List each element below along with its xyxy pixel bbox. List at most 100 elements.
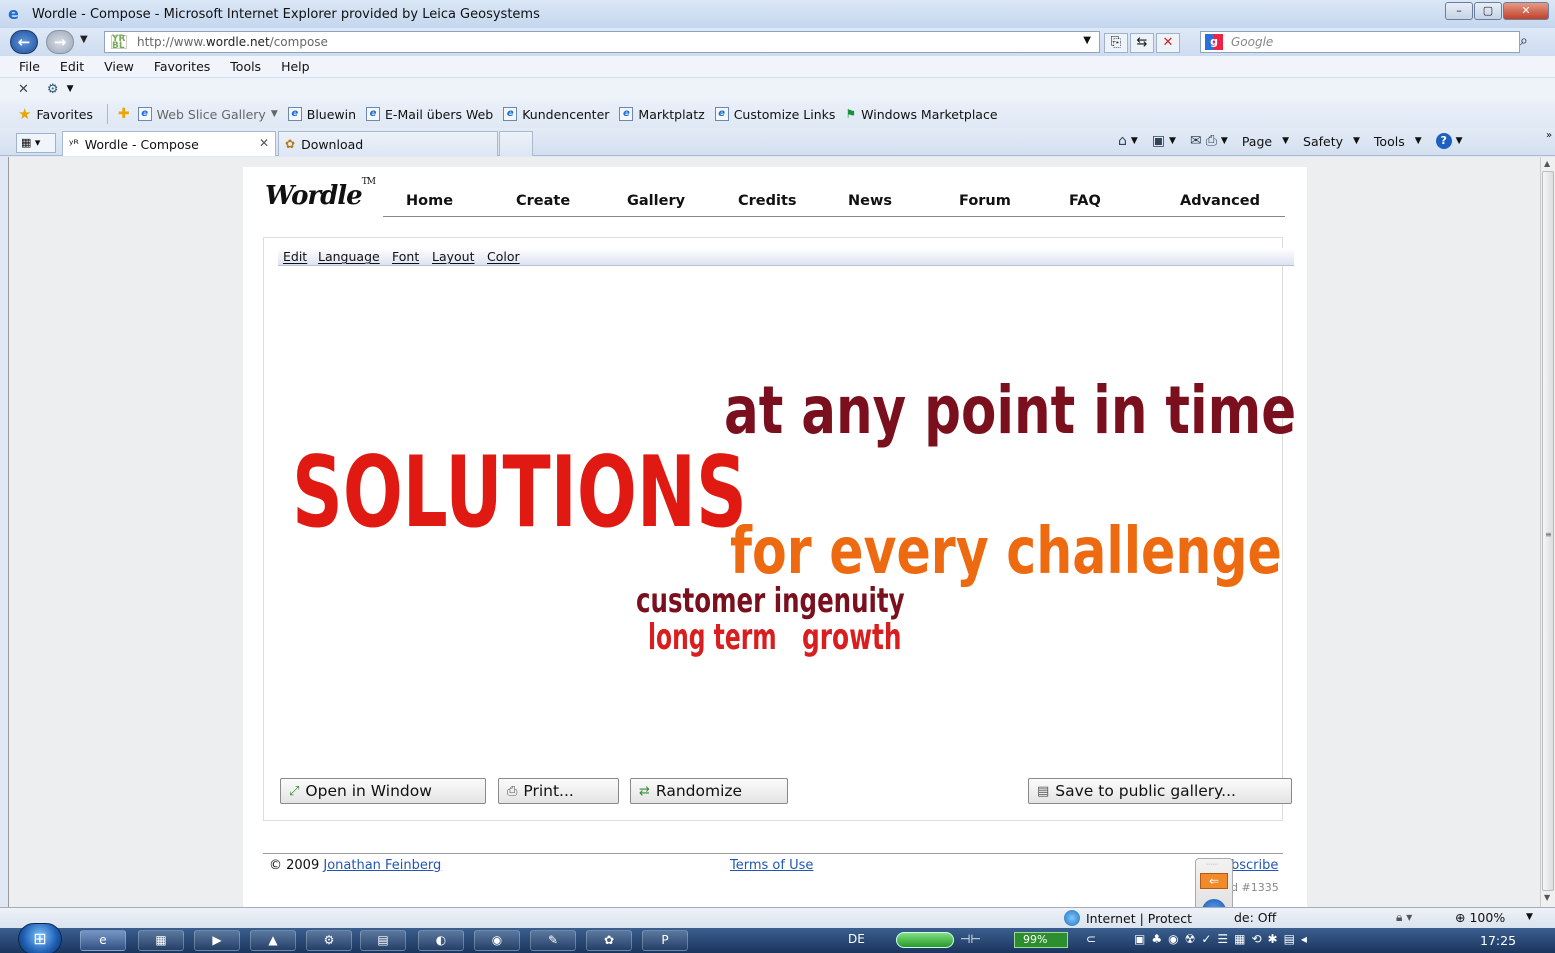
lock-icon[interactable]: 🔒︎ ▾ — [1396, 910, 1412, 925]
start-button[interactable]: ⊞ — [18, 923, 62, 953]
taskbar-powerpoint-icon[interactable]: P — [642, 930, 688, 951]
menu-help[interactable]: Help — [281, 59, 310, 74]
menu-tools[interactable]: Tools — [230, 59, 261, 74]
favlink-email[interactable]: e E-Mail übers Web — [366, 107, 493, 122]
feeds-icon[interactable]: ▣ — [1152, 133, 1165, 149]
cloud-word[interactable]: for every challenge — [730, 520, 1282, 584]
favorites-button[interactable]: Favorites — [36, 107, 92, 122]
back-button[interactable]: ← — [10, 30, 38, 54]
tab-download[interactable]: ✿ Download — [278, 131, 498, 156]
minimize-button[interactable]: – — [1445, 2, 1473, 20]
chevron-down-icon[interactable]: ▼ — [1221, 136, 1228, 146]
applet-menu-color[interactable]: Color — [487, 249, 520, 264]
applet-menu-font[interactable]: Font — [392, 249, 419, 264]
favlink-customize-links[interactable]: e Customize Links — [714, 107, 835, 122]
recent-pages-dropdown-icon[interactable]: ▼ — [80, 34, 88, 45]
chevron-down-icon[interactable]: ▼ — [1526, 912, 1533, 922]
print-button[interactable]: ⎙ Print... — [498, 778, 619, 804]
applet-menu-language[interactable]: Language — [318, 249, 380, 264]
chevron-down-icon[interactable]: ▼ — [1282, 136, 1289, 146]
nav-credits[interactable]: Credits — [738, 193, 797, 209]
subscribe-link[interactable]: bscribe — [1231, 858, 1278, 873]
toolbar-settings-icon[interactable]: ⚙ — [47, 82, 59, 97]
nav-advanced[interactable]: Advanced — [1180, 193, 1260, 209]
close-toolbar-icon[interactable]: ✕ — [18, 82, 29, 97]
tab-wordle-compose[interactable]: ʸᴿ Wordle - Compose ✕ — [62, 131, 276, 156]
menu-file[interactable]: File — [19, 59, 40, 74]
nav-home[interactable]: Home — [406, 193, 453, 209]
cloud-word[interactable]: customer ingenuity — [636, 584, 905, 618]
forward-button[interactable]: → — [46, 30, 74, 54]
new-tab-button[interactable] — [499, 131, 533, 156]
taskbar-ie-icon[interactable]: e — [80, 930, 126, 951]
taskbar-explorer-icon[interactable]: ▤ — [360, 930, 406, 951]
power-plug-icon[interactable]: ⊂ — [1086, 932, 1096, 946]
tools-menu[interactable]: Tools — [1374, 134, 1405, 149]
favlink-bluewin[interactable]: e Bluewin — [287, 107, 356, 122]
mail-icon[interactable]: ✉ — [1190, 133, 1202, 149]
search-input[interactable]: g Google — [1200, 31, 1520, 53]
nav-create[interactable]: Create — [516, 193, 570, 209]
chevron-down-icon[interactable]: ▼ — [1415, 136, 1422, 146]
url-text[interactable]: http://www.wordle.net/compose — [137, 35, 328, 49]
battery-indicator[interactable]: 99% — [1014, 932, 1068, 948]
open-in-window-button[interactable]: ⤢ Open in Window — [280, 778, 486, 804]
tray-icons[interactable]: ▣♣◉☢✓☰▦⟲✱▤◂ — [1134, 932, 1313, 946]
add-favorite-icon[interactable]: ✚ — [118, 106, 130, 122]
status-pill[interactable] — [896, 932, 954, 948]
favlink-windows-marketplace[interactable]: ⚑ Windows Marketplace — [845, 107, 997, 122]
maximize-button[interactable]: ▢ — [1474, 2, 1502, 20]
taskbar-network-icon[interactable]: ⚙ — [306, 930, 352, 951]
page-menu[interactable]: Page — [1242, 134, 1272, 149]
vertical-scrollbar[interactable]: ▲ ≡ ▼ — [1540, 157, 1555, 907]
applet-menu-edit[interactable]: Edit — [283, 249, 307, 264]
wordle-logo[interactable]: WordleTM — [265, 177, 376, 211]
help-icon[interactable]: ? — [1435, 133, 1452, 149]
home-icon[interactable]: ⌂ — [1118, 133, 1127, 149]
search-icon[interactable]: ⌕ — [1520, 33, 1528, 49]
favlink-kundencenter[interactable]: e Kundencenter — [503, 107, 609, 122]
scroll-down-icon[interactable]: ▼ — [1544, 893, 1550, 902]
input-language[interactable]: DE — [848, 932, 865, 946]
refresh-icon[interactable]: ⇆ — [1130, 33, 1154, 53]
cloud-word[interactable]: growth — [802, 620, 902, 656]
compatibility-view-icon[interactable]: ⎘ — [1104, 33, 1128, 53]
randomize-button[interactable]: ⇄ Randomize — [630, 778, 788, 804]
terms-of-use-link[interactable]: Terms of Use — [730, 858, 813, 873]
taskbar-audio-icon[interactable]: ◐ — [418, 930, 464, 951]
chevron-down-icon[interactable]: ▼ — [1456, 136, 1463, 146]
close-tab-icon[interactable]: ✕ — [259, 136, 269, 150]
stop-icon[interactable]: ✕ — [1156, 33, 1180, 53]
back-arrow-icon[interactable]: ⇐ — [1200, 873, 1228, 889]
menu-edit[interactable]: Edit — [60, 59, 84, 74]
save-to-gallery-button[interactable]: ▤ Save to public gallery... — [1028, 778, 1292, 804]
nav-faq[interactable]: FAQ — [1069, 193, 1101, 209]
favlink-marktplatz[interactable]: e Marktplatz — [619, 107, 705, 122]
address-input[interactable]: YR BL http://www.wordle.net/compose ▼ — [104, 31, 1100, 53]
taskbar-media-icon[interactable]: ▶ — [194, 930, 240, 951]
cloud-word[interactable]: at any point in time — [724, 378, 1296, 444]
close-button[interactable]: ✕ — [1503, 2, 1549, 20]
quick-tabs-button[interactable]: ▦ ▾ — [16, 133, 56, 153]
favlink-web-slice-gallery[interactable]: e Web Slice Gallery ▼ — [137, 107, 278, 122]
taskbar-app2-icon[interactable]: ◉ — [474, 930, 520, 951]
chevron-down-icon[interactable]: ▼ — [1169, 136, 1176, 146]
taskbar-app-icon[interactable]: ▲ — [250, 930, 296, 951]
safety-menu[interactable]: Safety — [1303, 134, 1343, 149]
nav-news[interactable]: News — [848, 193, 892, 209]
more-commands-icon[interactable]: » — [1546, 130, 1552, 141]
scroll-up-icon[interactable]: ▲ — [1544, 159, 1550, 168]
toolbar-dropdown-icon[interactable]: ▼ — [67, 84, 74, 94]
cloud-word[interactable]: long term — [648, 620, 777, 656]
taskbar-flower-icon[interactable]: ✿ — [586, 930, 632, 951]
zoom-level[interactable]: ⊕ 100% — [1455, 910, 1505, 925]
taskbar-acrobat-icon[interactable]: ✎ — [530, 930, 576, 951]
network-tray-icon[interactable]: ⊣⊢ — [960, 932, 981, 946]
nav-forum[interactable]: Forum — [959, 193, 1011, 209]
author-link[interactable]: Jonathan Feinberg — [323, 858, 441, 873]
chevron-down-icon[interactable]: ▼ — [1131, 136, 1138, 146]
clock[interactable]: 17:25 — [1480, 933, 1516, 948]
menu-favorites[interactable]: Favorites — [154, 59, 210, 74]
address-dropdown-icon[interactable]: ▼ — [1083, 35, 1091, 46]
applet-menu-layout[interactable]: Layout — [432, 249, 475, 264]
